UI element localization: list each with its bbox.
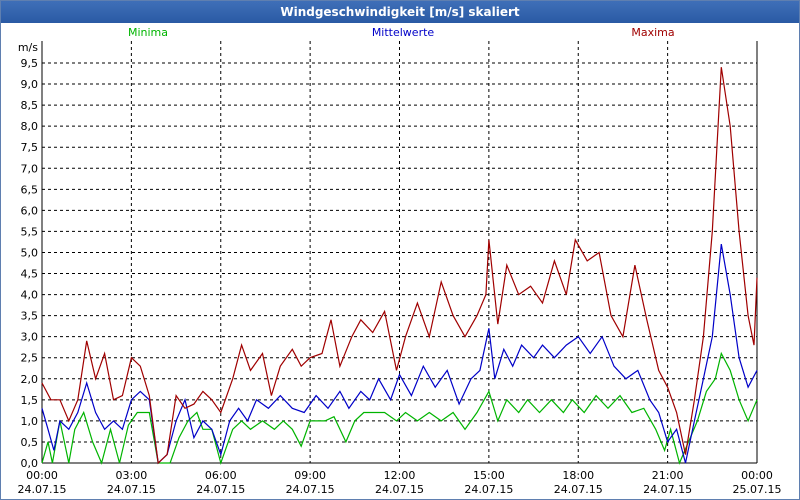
y-tick-label: 4,0 [21,289,39,302]
x-tick-date: 24.07.15 [643,483,692,496]
y-tick-label: 3,0 [21,331,39,344]
y-tick-label: 1,5 [21,394,39,407]
x-tick-time: 21:00 [652,469,684,482]
y-axis-unit: m/s [18,41,38,54]
y-tick-label: 9,5 [21,57,39,70]
y-tick-label: 2,0 [21,373,39,386]
x-tick-date: 24.07.15 [107,483,156,496]
y-tick-label: 6,0 [21,204,39,217]
y-tick-label: 5,0 [21,246,39,259]
y-tick-label: 6,5 [21,183,39,196]
x-tick-date: 24.07.15 [554,483,603,496]
x-tick-date: 24.07.15 [464,483,513,496]
x-tick-time: 09:00 [294,469,326,482]
x-tick-date: 25.07.15 [733,483,782,496]
x-tick-time: 15:00 [473,469,505,482]
x-tick-time: 06:00 [205,469,237,482]
x-tick-time: 03:00 [116,469,148,482]
y-tick-label: 8,0 [21,120,39,133]
y-tick-label: 7,0 [21,162,39,175]
y-tick-label: 1,0 [21,415,39,428]
x-tick-date: 24.07.15 [286,483,335,496]
x-tick-time: 18:00 [562,469,594,482]
legend-maxima: Maxima [631,26,674,39]
y-tick-label: 0,5 [21,436,39,449]
x-tick-date: 24.07.15 [18,483,67,496]
y-tick-label: 3,5 [21,310,39,323]
x-tick-time: 00:00 [26,469,58,482]
x-tick-time: 12:00 [384,469,416,482]
x-axis-labels: 00:0024.07.1503:0024.07.1506:0024.07.150… [18,469,782,496]
window-title: Windgeschwindigkeit [m/s] skaliert [1,1,799,23]
x-tick-date: 24.07.15 [196,483,245,496]
wind-speed-chart: 0,00,51,01,52,02,53,03,54,04,55,05,56,06… [18,26,782,496]
y-axis-labels: 0,00,51,01,52,02,53,03,54,04,55,05,56,06… [18,41,38,470]
legend: Minima Mittelwerte Maxima [128,26,675,39]
y-tick-label: 4,5 [21,268,39,281]
y-tick-label: 7,5 [21,141,39,154]
y-tick-label: 9,0 [21,78,39,91]
legend-minima: Minima [128,26,168,39]
x-tick-date: 24.07.15 [375,483,424,496]
y-tick-label: 2,5 [21,352,39,365]
x-tick-time: 00:00 [741,469,773,482]
legend-mittelwerte: Mittelwerte [372,26,435,39]
chart-window: Windgeschwindigkeit [m/s] skaliert 0,0 0,… [0,0,800,500]
y-tick-label: 5,5 [21,225,39,238]
y-tick-label: 8,5 [21,99,39,112]
